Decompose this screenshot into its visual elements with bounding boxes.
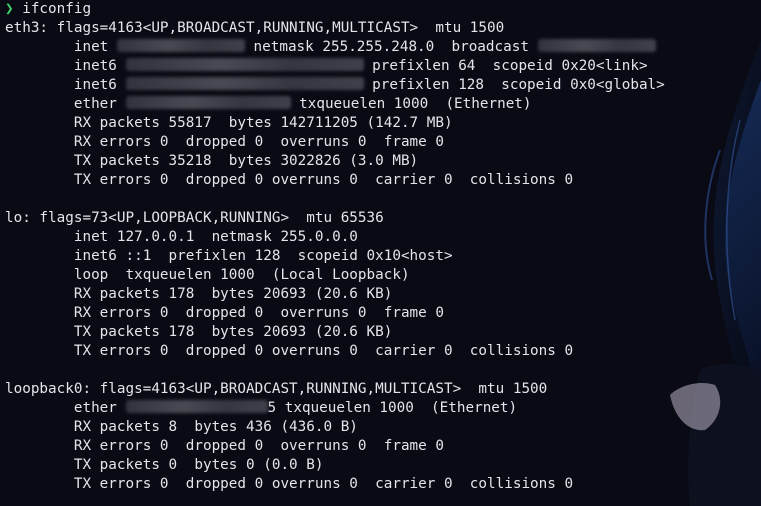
output-line: inet netmask 255.255.248.0 broadcast — [5, 38, 761, 57]
interface-block-lo: lo: flags=73<UP,LOOPBACK,RUNNING> mtu 65… — [5, 209, 761, 361]
redacted-address — [116, 39, 245, 52]
output-line: RX packets 55817 bytes 142711205 (142.7 … — [5, 115, 453, 131]
prompt-symbol: ❯ — [5, 1, 14, 17]
output-line: RX errors 0 dropped 0 overruns 0 frame 0 — [5, 305, 444, 321]
prompt-command[interactable]: ifconfig — [22, 1, 91, 17]
output-line: TX errors 0 dropped 0 overruns 0 carrier… — [5, 343, 574, 359]
output-line: inet6 prefixlen 128 scopeid 0x0<global> — [5, 77, 665, 93]
output-line: RX errors 0 dropped 0 overruns 0 frame 0 — [5, 134, 444, 150]
interface-block-eth3: eth3: flags=4163<UP,BROADCAST,RUNNING,MU… — [5, 19, 761, 190]
output-line: inet 127.0.0.1 netmask 255.0.0.0 — [5, 229, 358, 245]
output-line: inet6 prefixlen 64 scopeid 0x20<link> — [5, 58, 648, 74]
terminal-output: ❯ ifconfig eth3: flags=4163<UP,BROADCAST… — [5, 0, 761, 494]
output-line: TX errors 0 dropped 0 overruns 0 carrier… — [5, 476, 574, 492]
output-line: RX packets 8 bytes 436 (436.0 B) — [5, 419, 358, 435]
output-line: loop txqueuelen 1000 (Local Loopback) — [5, 267, 410, 283]
interface-header: lo: flags=73<UP,LOOPBACK,RUNNING> mtu 65… — [5, 210, 384, 226]
redacted-mac — [125, 96, 291, 109]
redacted-address — [537, 39, 656, 52]
output-line: TX packets 0 bytes 0 (0.0 B) — [5, 457, 324, 473]
prompt-line: ❯ ifconfig — [5, 0, 761, 19]
output-line: TX errors 0 dropped 0 overruns 0 carrier… — [5, 172, 574, 188]
output-line: ether txqueuelen 1000 (Ethernet) — [5, 96, 532, 112]
redacted-address — [125, 58, 364, 71]
interface-header: eth3: flags=4163<UP,BROADCAST,RUNNING,MU… — [5, 20, 505, 36]
interface-block-loopback0: loopback0: flags=4163<UP,BROADCAST,RUNNI… — [5, 380, 761, 494]
output-line: RX packets 178 bytes 20693 (20.6 KB) — [5, 286, 393, 302]
output-line: TX packets 178 bytes 20693 (20.6 KB) — [5, 324, 393, 340]
redacted-address — [125, 77, 364, 90]
redacted-mac — [125, 400, 268, 413]
interface-header: loopback0: flags=4163<UP,BROADCAST,RUNNI… — [5, 381, 548, 397]
output-line: ether 5 txqueuelen 1000 (Ethernet) — [5, 400, 518, 416]
output-line: inet6 ::1 prefixlen 128 scopeid 0x10<hos… — [5, 248, 453, 264]
output-line: RX errors 0 dropped 0 overruns 0 frame 0 — [5, 438, 444, 454]
output-line: TX packets 35218 bytes 3022826 (3.0 MB) — [5, 153, 419, 169]
